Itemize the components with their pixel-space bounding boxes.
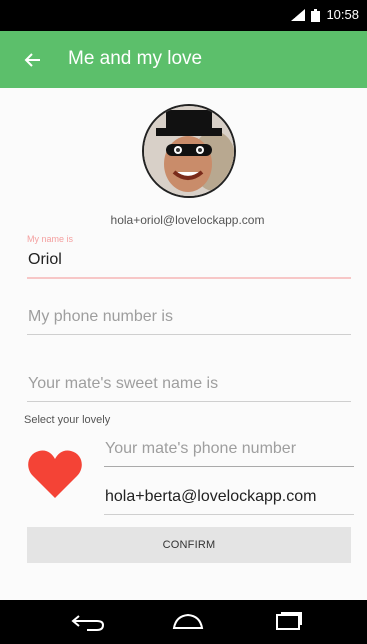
page-title: Me and my love xyxy=(68,48,203,69)
recents-icon xyxy=(276,612,302,630)
mate-email-field[interactable]: hola+berta@lovelockapp.com xyxy=(104,482,354,515)
app-bar: Me and my love xyxy=(0,31,367,88)
avatar[interactable] xyxy=(142,104,236,198)
nav-home-button[interactable] xyxy=(168,610,208,634)
confirm-button[interactable]: CONFIRM xyxy=(27,527,351,563)
mate-phone-placeholder: Your mate's phone number xyxy=(105,440,297,457)
mate-name-field[interactable]: Your mate's sweet name is xyxy=(27,370,351,402)
name-field[interactable]: Oriol xyxy=(27,246,351,279)
screen: 4 10:58 Me and my love hola+oriol@lovelo… xyxy=(0,0,367,644)
back-icon xyxy=(71,615,105,631)
select-lovely-label: Select your lovely xyxy=(24,414,111,426)
phone-field-placeholder: My phone number is xyxy=(28,308,173,325)
nav-back-button[interactable] xyxy=(68,610,108,634)
phone-field[interactable]: My phone number is xyxy=(27,304,351,335)
home-icon xyxy=(172,613,204,629)
status-time: 10:58 xyxy=(326,7,359,22)
name-field-value: Oriol xyxy=(28,251,62,268)
profile-email: hola+oriol@lovelockapp.com xyxy=(110,213,265,227)
status-bar: 4 10:58 xyxy=(0,0,367,31)
heart-icon[interactable] xyxy=(27,448,83,500)
avatar-image xyxy=(144,106,234,196)
mate-phone-field[interactable]: Your mate's phone number xyxy=(104,436,354,467)
signal-icon: 4 xyxy=(291,9,306,21)
arrow-left-icon xyxy=(24,53,40,67)
battery-icon xyxy=(311,8,321,22)
nav-recents-button[interactable] xyxy=(268,610,308,634)
status-icons: 4 10:58 xyxy=(291,7,359,23)
nav-bar xyxy=(0,600,367,644)
back-button[interactable] xyxy=(18,45,48,75)
mate-name-placeholder: Your mate's sweet name is xyxy=(28,375,219,392)
svg-text:4: 4 xyxy=(292,13,296,20)
name-field-label: My name is xyxy=(27,234,74,244)
mate-email-value: hola+berta@lovelockapp.com xyxy=(105,488,317,505)
